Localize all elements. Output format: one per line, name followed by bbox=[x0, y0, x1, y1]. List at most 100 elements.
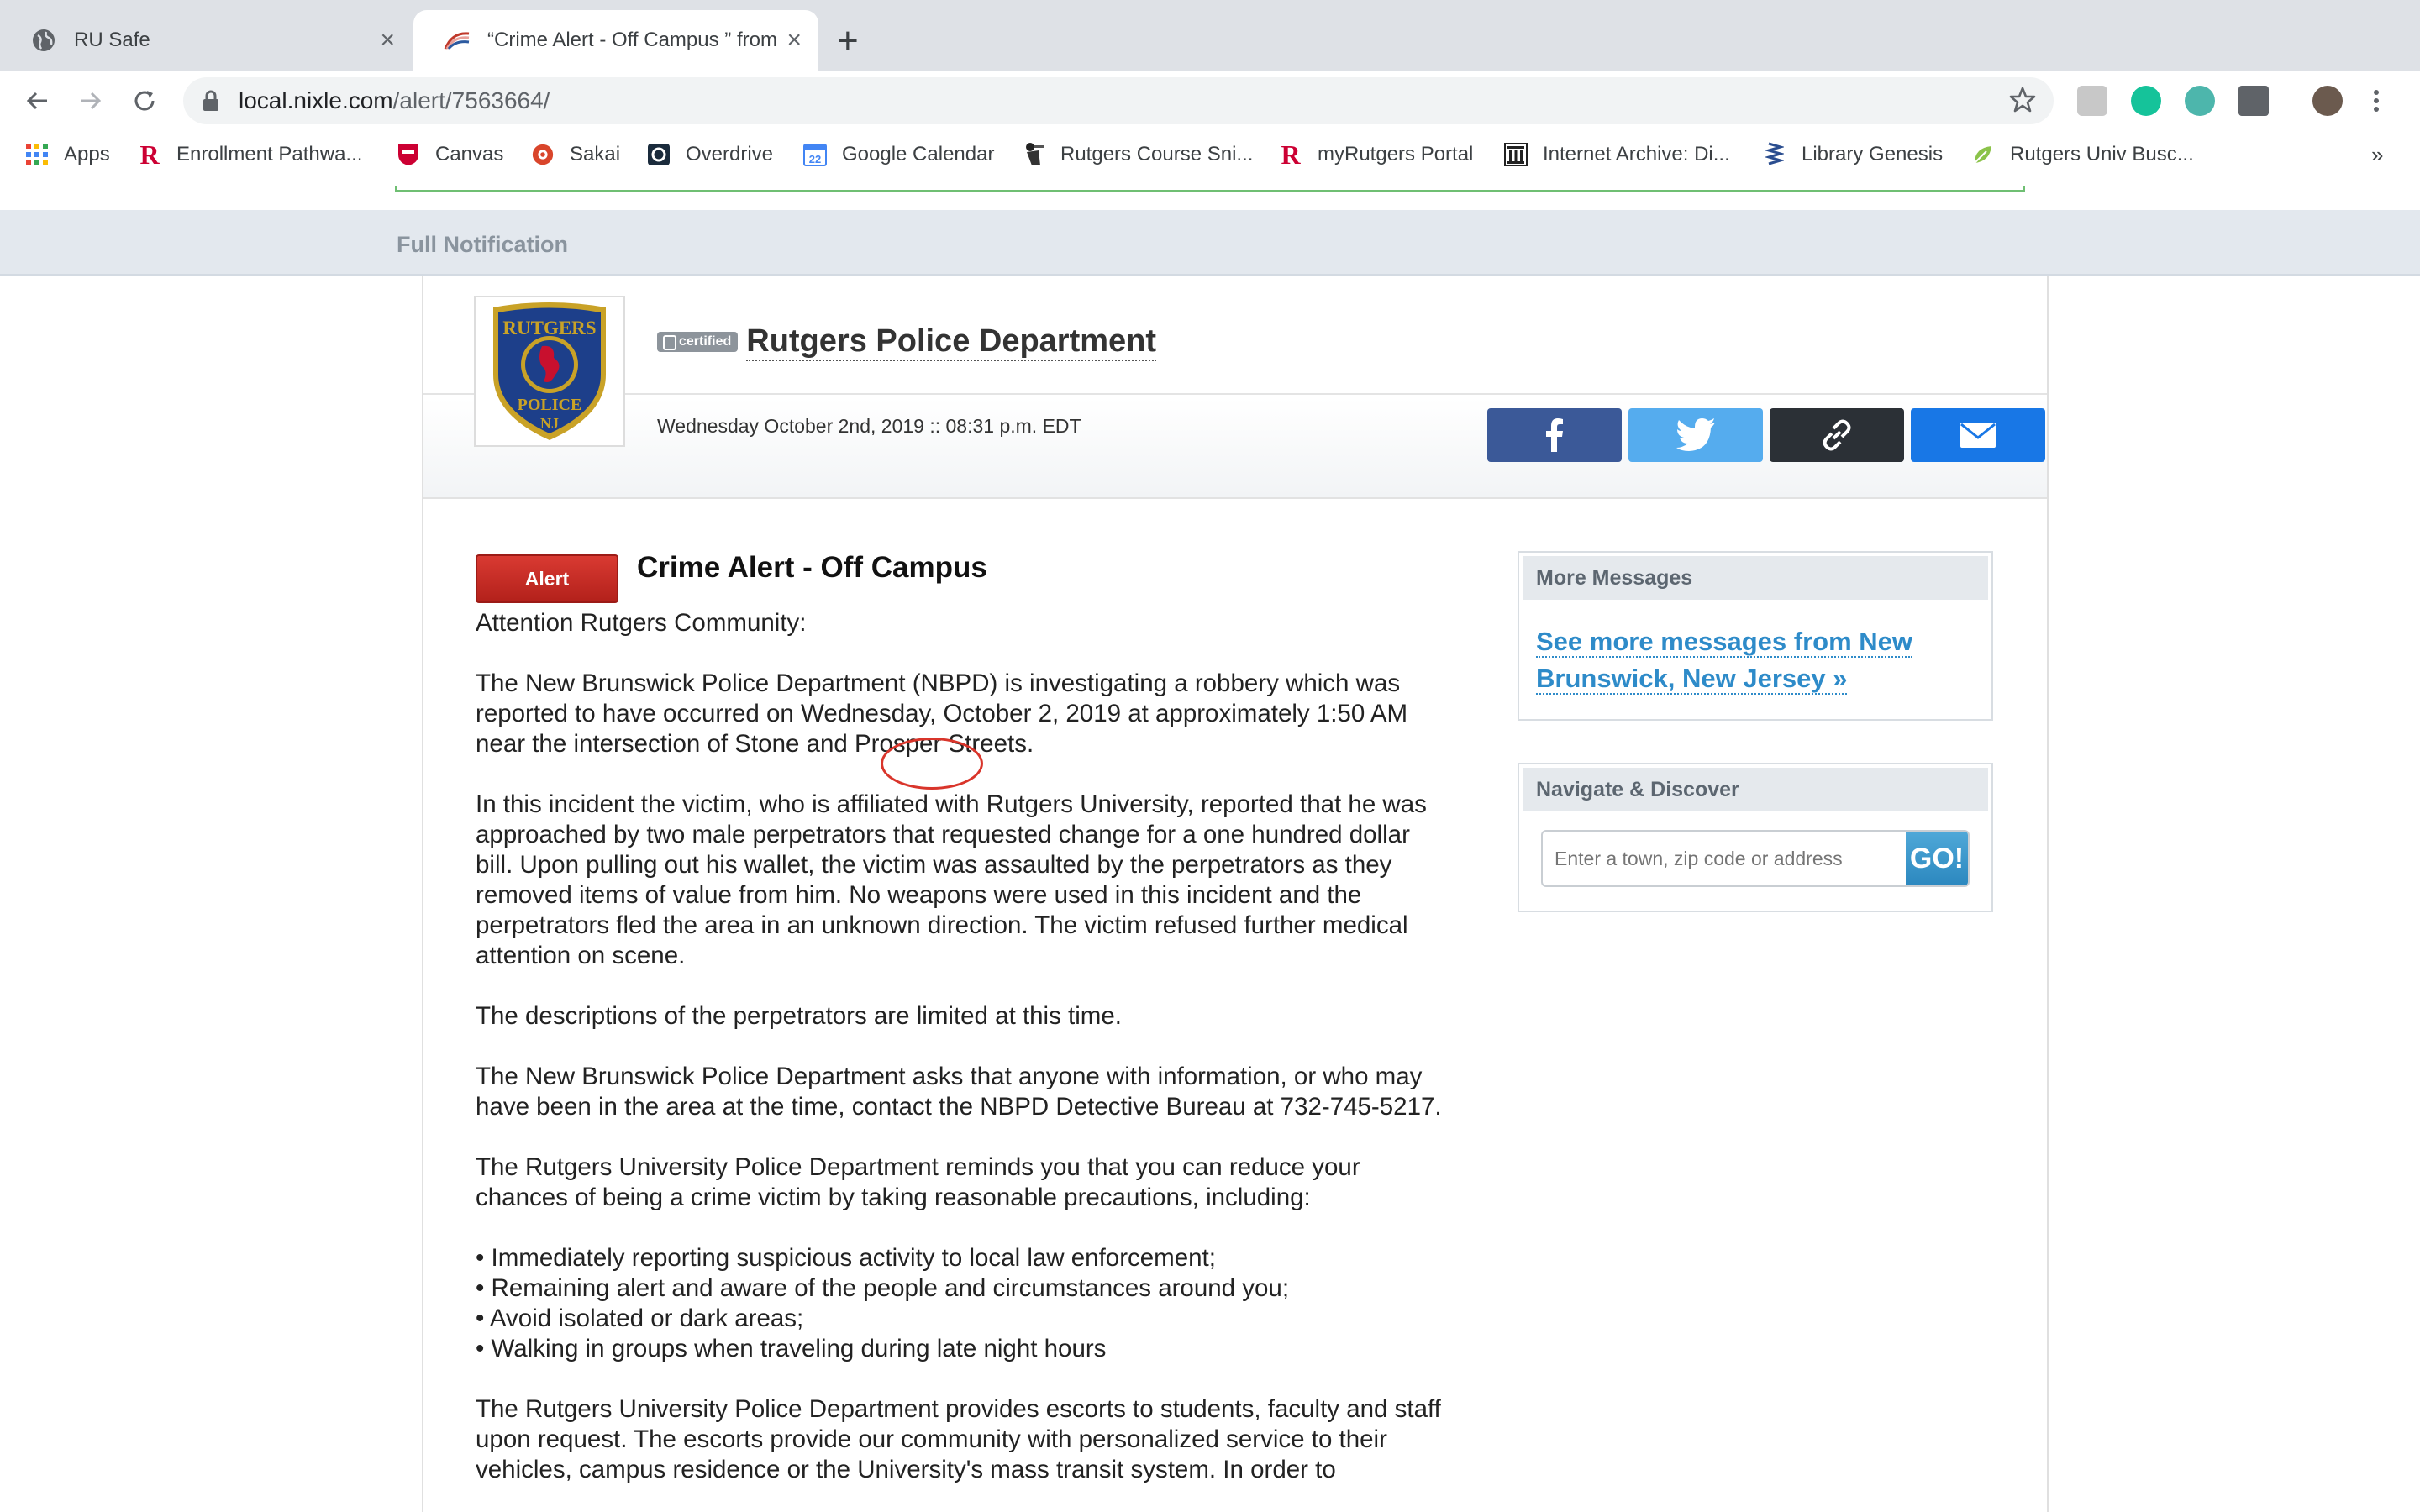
bookmark-label: Apps bbox=[64, 143, 110, 165]
forward-arrow-icon[interactable] bbox=[74, 84, 108, 118]
address-bar[interactable]: local.nixle.com/alert/7563664/ bbox=[183, 77, 2054, 124]
bookmark-label: Enrollment Pathwa... bbox=[176, 143, 363, 165]
bookmarks-bar: Apps R Enrollment Pathwa... Canvas Sakai… bbox=[0, 134, 2420, 175]
bookmark-canvas[interactable]: Canvas bbox=[397, 138, 503, 171]
bookmark-library-genesis[interactable]: Library Genesis bbox=[1763, 138, 1943, 171]
back-arrow-icon[interactable] bbox=[20, 84, 54, 118]
navigate-discover-panel: Navigate & Discover GO! bbox=[1518, 763, 1993, 912]
rutgers-r-icon: R bbox=[139, 139, 160, 170]
body-paragraph: The Rutgers University Police Department… bbox=[476, 1153, 1360, 1211]
body-paragraph: Attention Rutgers Community: bbox=[476, 609, 807, 637]
agency-name-link[interactable]: Rutgers Police Department bbox=[746, 323, 1157, 361]
tab-title: RU Safe bbox=[74, 29, 150, 51]
sniper-figure-icon bbox=[1022, 143, 1045, 166]
bookmark-overdrive[interactable]: Overdrive bbox=[647, 138, 773, 171]
bookmark-myrutgers[interactable]: R myRutgers Portal bbox=[1279, 138, 1473, 171]
facebook-icon bbox=[1546, 418, 1563, 452]
bookmark-enrollment[interactable]: R Enrollment Pathwa... bbox=[138, 138, 362, 171]
list-item: • Avoid isolated or dark areas; bbox=[476, 1305, 804, 1332]
navigate-discover-title: Navigate & Discover bbox=[1523, 768, 1988, 811]
close-tab-icon[interactable]: × bbox=[786, 26, 802, 55]
browser-chrome: RU Safe × “Crime Alert - Off Campus ” fr… bbox=[0, 0, 2420, 186]
logo-text-state: NJ bbox=[540, 415, 559, 432]
twitter-icon bbox=[1676, 418, 1715, 451]
bookmark-apps[interactable]: Apps bbox=[25, 138, 110, 171]
url-path: /alert/7563664/ bbox=[392, 87, 550, 113]
bookmark-label: Canvas bbox=[435, 143, 504, 165]
profile-avatar[interactable] bbox=[2312, 86, 2343, 116]
bookmark-star-icon[interactable] bbox=[2008, 86, 2037, 118]
bookmark-label: myRutgers Portal bbox=[1318, 143, 1474, 165]
grammarly-icon[interactable] bbox=[2131, 86, 2161, 116]
extension-icon[interactable] bbox=[2077, 86, 2107, 116]
hashtag-extension-icon[interactable] bbox=[2238, 86, 2269, 116]
new-tab-button[interactable]: + bbox=[837, 20, 859, 62]
logo-text-top: RUTGERS bbox=[502, 318, 596, 339]
bookmark-label: Sakai bbox=[570, 143, 621, 165]
more-messages-title: More Messages bbox=[1523, 556, 1988, 600]
url-text: local.nixle.com/alert/7563664/ bbox=[239, 87, 550, 114]
bookmark-sakai[interactable]: Sakai bbox=[531, 138, 620, 171]
alert-headline: Crime Alert - Off Campus bbox=[637, 551, 987, 584]
section-label: Full Notification bbox=[397, 232, 568, 257]
tab-ru-safe[interactable]: RU Safe × bbox=[0, 10, 412, 71]
bookmark-course-sniper[interactable]: Rutgers Course Sni... bbox=[1022, 138, 1253, 171]
body-paragraph: The New Brunswick Police Department asks… bbox=[476, 1063, 1442, 1121]
overdrive-icon bbox=[647, 143, 671, 166]
agency-title: certified Rutgers Police Department bbox=[657, 323, 1157, 361]
body-paragraph: The New Brunswick Police Department (NBP… bbox=[476, 669, 1408, 758]
list-item: • Immediately reporting suspicious activ… bbox=[476, 1244, 1216, 1272]
agency-logo: RUTGERS POLICE NJ bbox=[474, 296, 625, 447]
alert-card-header: RUTGERS POLICE NJ certified Rutgers Poli… bbox=[424, 276, 2047, 499]
sakai-sun-icon bbox=[531, 143, 555, 166]
list-item: • Walking in groups when traveling durin… bbox=[476, 1335, 1107, 1362]
body-paragraph: In this incident the victim, who is affi… bbox=[476, 790, 1427, 969]
calendar-icon: 22 bbox=[803, 143, 827, 166]
tab-title: “Crime Alert - Off Campus ” from bbox=[487, 29, 777, 51]
more-messages-link[interactable]: See more messages from New Brunswick, Ne… bbox=[1536, 623, 1975, 697]
lock-icon[interactable] bbox=[202, 89, 220, 117]
body-paragraph: The Rutgers University Police Department… bbox=[476, 1395, 1441, 1483]
list-item: • Remaining alert and aware of the peopl… bbox=[476, 1274, 1290, 1302]
header-divider bbox=[424, 393, 2047, 395]
logo-text-bottom: POLICE bbox=[518, 396, 582, 414]
bookmark-label: Internet Archive: Di... bbox=[1543, 143, 1730, 165]
facebook-share-button[interactable] bbox=[1487, 408, 1622, 462]
tab-crime-alert[interactable]: “Crime Alert - Off Campus ” from × bbox=[413, 10, 818, 71]
precaution-list: • Immediately reporting suspicious activ… bbox=[476, 1243, 1450, 1364]
rutgers-r-icon: R bbox=[1281, 139, 1301, 170]
body-paragraph: The descriptions of the perpetrators are… bbox=[476, 1002, 1122, 1030]
more-messages-link-text[interactable]: See more messages from New Brunswick, Ne… bbox=[1536, 627, 1912, 695]
certified-badge: certified bbox=[657, 332, 739, 352]
close-tab-icon[interactable]: × bbox=[380, 26, 395, 55]
reload-icon[interactable] bbox=[128, 84, 161, 118]
bookmark-rutgers-bus[interactable]: Rutgers Univ Busc... bbox=[1971, 138, 2194, 171]
copy-link-button[interactable] bbox=[1770, 408, 1904, 462]
alert-body: Attention Rutgers Community: The New Bru… bbox=[476, 608, 1450, 1512]
globe-icon bbox=[30, 27, 57, 54]
bookmark-label: Library Genesis bbox=[1802, 143, 1944, 165]
apps-grid-icon bbox=[25, 143, 49, 166]
location-search-input[interactable] bbox=[1555, 843, 1891, 874]
bookmark-label: Google Calendar bbox=[842, 143, 995, 165]
link-icon bbox=[1823, 419, 1851, 451]
more-messages-panel: More Messages See more messages from New… bbox=[1518, 551, 1993, 721]
extension-icon[interactable] bbox=[2185, 86, 2215, 116]
green-banner-edge bbox=[395, 186, 2025, 192]
url-host: local.nixle.com bbox=[239, 87, 393, 113]
bookmark-google-calendar[interactable]: 22 Google Calendar bbox=[803, 138, 994, 171]
twitter-share-button[interactable] bbox=[1628, 408, 1763, 462]
go-button[interactable]: GO! bbox=[1906, 832, 1968, 885]
alert-datetime: Wednesday October 2nd, 2019 :: 08:31 p.m… bbox=[657, 415, 1081, 437]
email-share-button[interactable] bbox=[1911, 408, 2045, 462]
bookmarks-overflow-button[interactable]: » bbox=[2371, 138, 2383, 171]
menu-dots-icon[interactable] bbox=[2370, 86, 2383, 116]
canvas-shield-icon bbox=[397, 143, 420, 166]
bookmark-label: Overdrive bbox=[686, 143, 774, 165]
envelope-icon bbox=[1960, 423, 1996, 448]
bookmark-internet-archive[interactable]: Internet Archive: Di... bbox=[1504, 138, 1730, 171]
tab-strip: RU Safe × “Crime Alert - Off Campus ” fr… bbox=[0, 0, 2420, 71]
bookmark-label: Rutgers Univ Busc... bbox=[2010, 143, 2194, 165]
leaf-icon bbox=[1971, 143, 1995, 166]
notification-header-bar: Full Notification bbox=[0, 210, 2420, 276]
